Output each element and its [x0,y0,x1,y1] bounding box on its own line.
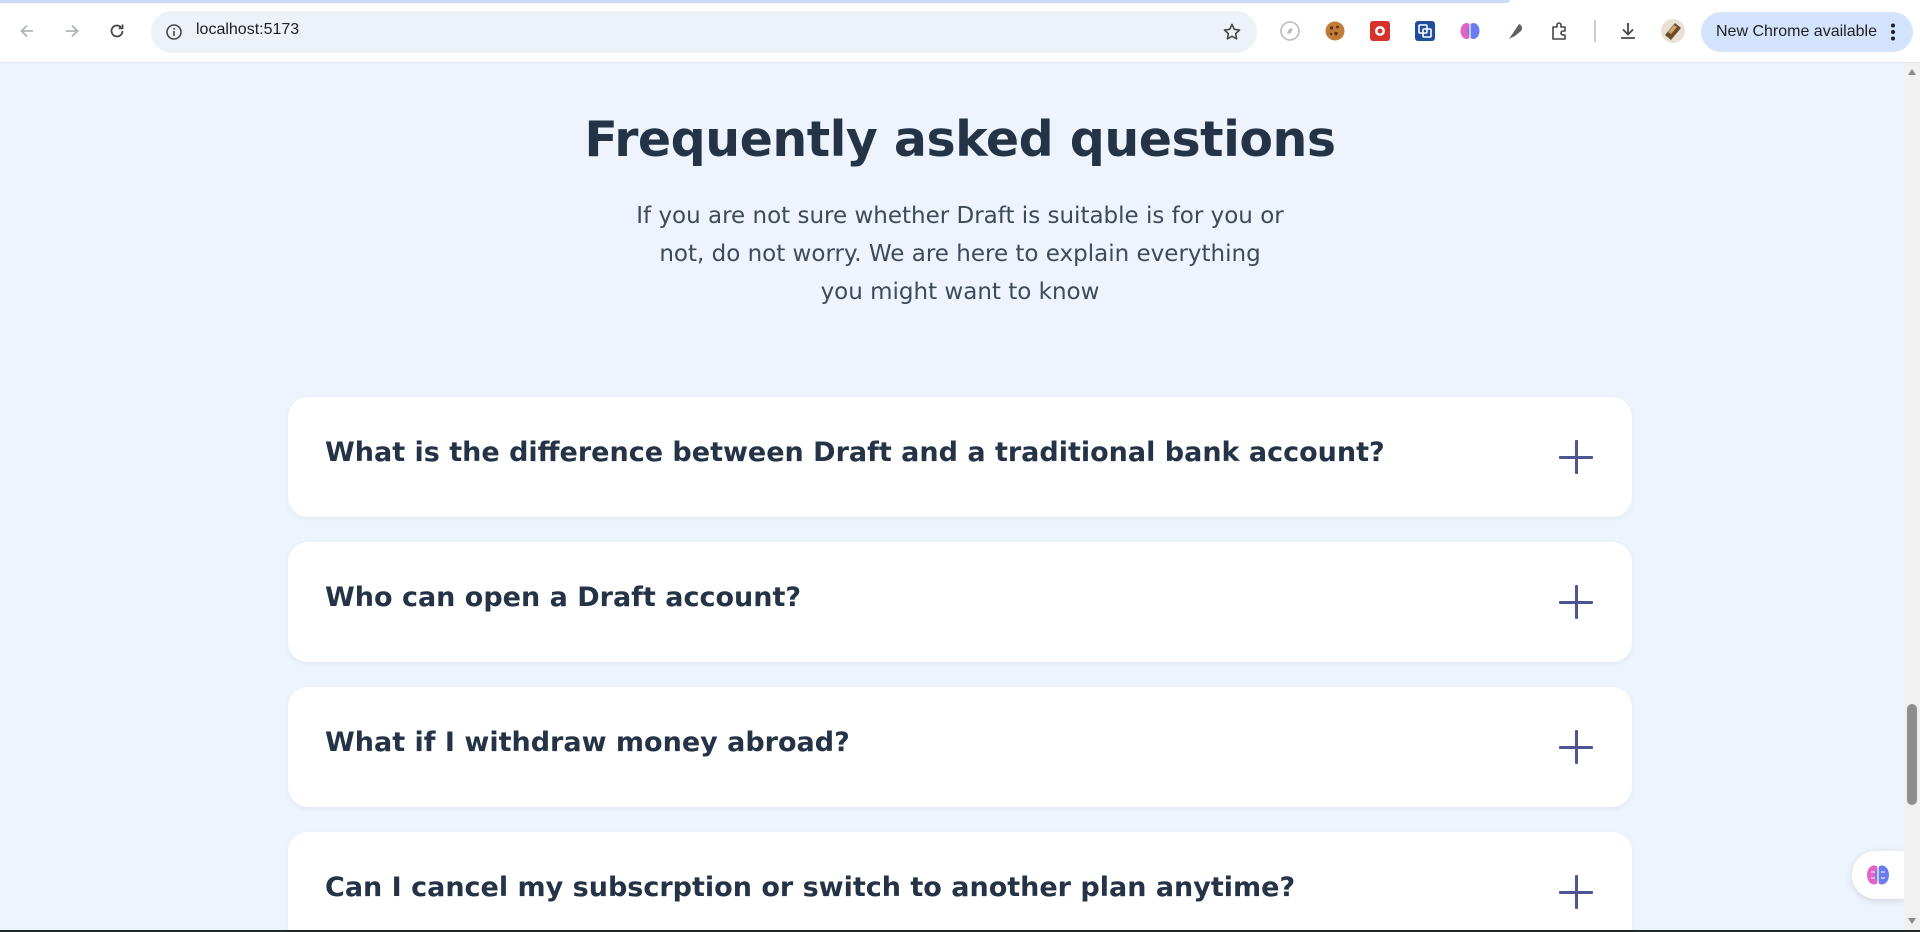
red-extension-icon[interactable] [1366,17,1394,45]
plus-icon[interactable] [1556,872,1596,912]
update-chrome-label: New Chrome available [1716,23,1877,40]
site-info-icon[interactable] [161,19,187,45]
reload-icon [110,24,124,38]
plus-icon[interactable] [1556,582,1596,622]
faq-question[interactable]: Who can open a Draft account? [325,582,801,613]
kebab-menu-icon[interactable] [1883,22,1903,42]
faq-question[interactable]: What if I withdraw money abroad? [325,727,850,758]
back-button[interactable] [10,14,44,48]
compass-extension-icon[interactable] [1276,17,1304,45]
floating-brain-extension-button[interactable] [1852,851,1904,899]
blue-extension-icon[interactable] [1411,17,1439,45]
faq-question[interactable]: Can I cancel my subscrption or switch to… [325,872,1295,903]
faq-question[interactable]: What is the difference between Draft and… [325,437,1385,468]
scroll-down-icon[interactable] [1908,918,1916,924]
update-chrome-button[interactable]: New Chrome available [1701,12,1913,52]
scroll-up-icon[interactable] [1908,69,1916,75]
reload-button[interactable] [100,14,134,48]
faq-item[interactable]: Can I cancel my subscrption or switch to… [288,832,1632,930]
url-text[interactable]: localhost:5173 [196,21,299,39]
faq-item[interactable]: What is the difference between Draft and… [288,397,1632,517]
profile-avatar[interactable] [1659,17,1687,45]
faq-item[interactable]: What if I withdraw money abroad? [288,687,1632,807]
toolbar-divider [1594,20,1596,42]
vertical-scrollbar[interactable] [1904,63,1920,930]
plus-icon[interactable] [1556,437,1596,477]
tab-strip-edge [0,0,1510,3]
faq-title: Frequently asked questions [584,111,1336,168]
brain-extension-icon[interactable] [1456,17,1484,45]
cookie-extension-icon[interactable] [1321,17,1349,45]
forward-button[interactable] [55,14,89,48]
brain-icon [1867,865,1889,885]
star-icon[interactable] [1219,19,1245,45]
browser-toolbar: localhost:5173 New Chrome available [0,0,1920,63]
plus-icon[interactable] [1556,727,1596,767]
faq-subtitle: If you are not sure whether Draft is sui… [636,203,1284,305]
feather-extension-icon[interactable] [1501,17,1529,45]
faq-item[interactable]: Who can open a Draft account? [288,542,1632,662]
address-bar[interactable]: localhost:5173 [151,11,1257,53]
scrollbar-thumb[interactable] [1907,704,1917,805]
forward-arrow-icon [66,24,79,38]
back-arrow-icon [20,24,33,38]
puzzle-extensions-icon[interactable] [1546,17,1574,45]
download-icon[interactable] [1614,17,1642,45]
page-viewport: Frequently asked questions If you are no… [0,63,1904,930]
